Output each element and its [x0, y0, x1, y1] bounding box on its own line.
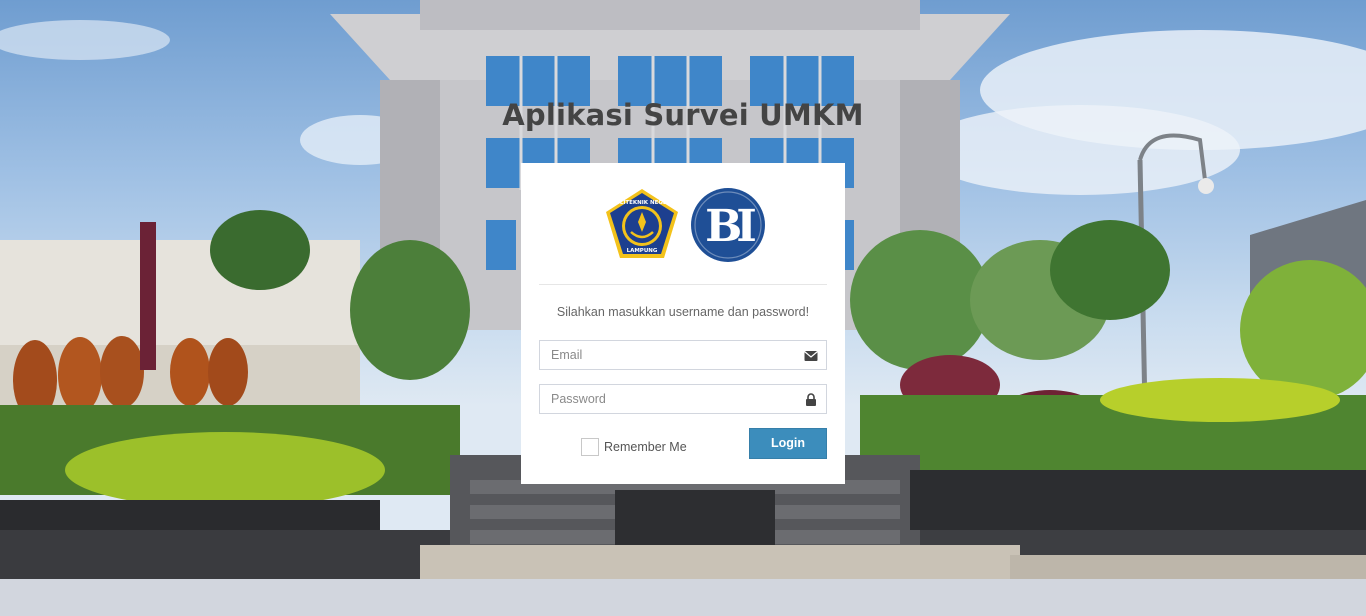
politeknik-negeri-lampung-logo: POLITEKNIK NEGERI LAMPUNG — [605, 188, 679, 265]
login-button[interactable]: Login — [749, 428, 827, 459]
logo-text-bottom: LAMPUNG — [627, 248, 658, 254]
login-page: Aplikasi Survei UMKM POLITEKNIK NEGERI L… — [0, 0, 1366, 616]
logo-row: POLITEKNIK NEGERI LAMPUNG BI — [521, 187, 845, 265]
email-field[interactable] — [539, 340, 827, 370]
divider — [539, 284, 827, 285]
login-message: Silahkan masukkan username dan password! — [556, 305, 810, 319]
app-title: Aplikasi Survei UMKM — [502, 98, 864, 132]
lock-icon — [804, 393, 818, 406]
logo-bi-text: BI — [705, 201, 755, 252]
envelope-icon — [804, 349, 818, 361]
email-input[interactable] — [540, 341, 826, 369]
login-box: POLITEKNIK NEGERI LAMPUNG BI Silahkan ma… — [521, 163, 845, 484]
remember-me-checkbox[interactable] — [581, 438, 599, 456]
bank-indonesia-logo: BI — [690, 187, 766, 268]
remember-me-label: Remember Me — [604, 440, 687, 454]
password-input[interactable] — [540, 385, 826, 413]
remember-me[interactable]: Remember Me — [581, 437, 687, 457]
logo-text-top: POLITEKNIK NEGERI — [611, 200, 673, 206]
password-field[interactable] — [539, 384, 827, 414]
page-footer-band — [0, 579, 1366, 616]
